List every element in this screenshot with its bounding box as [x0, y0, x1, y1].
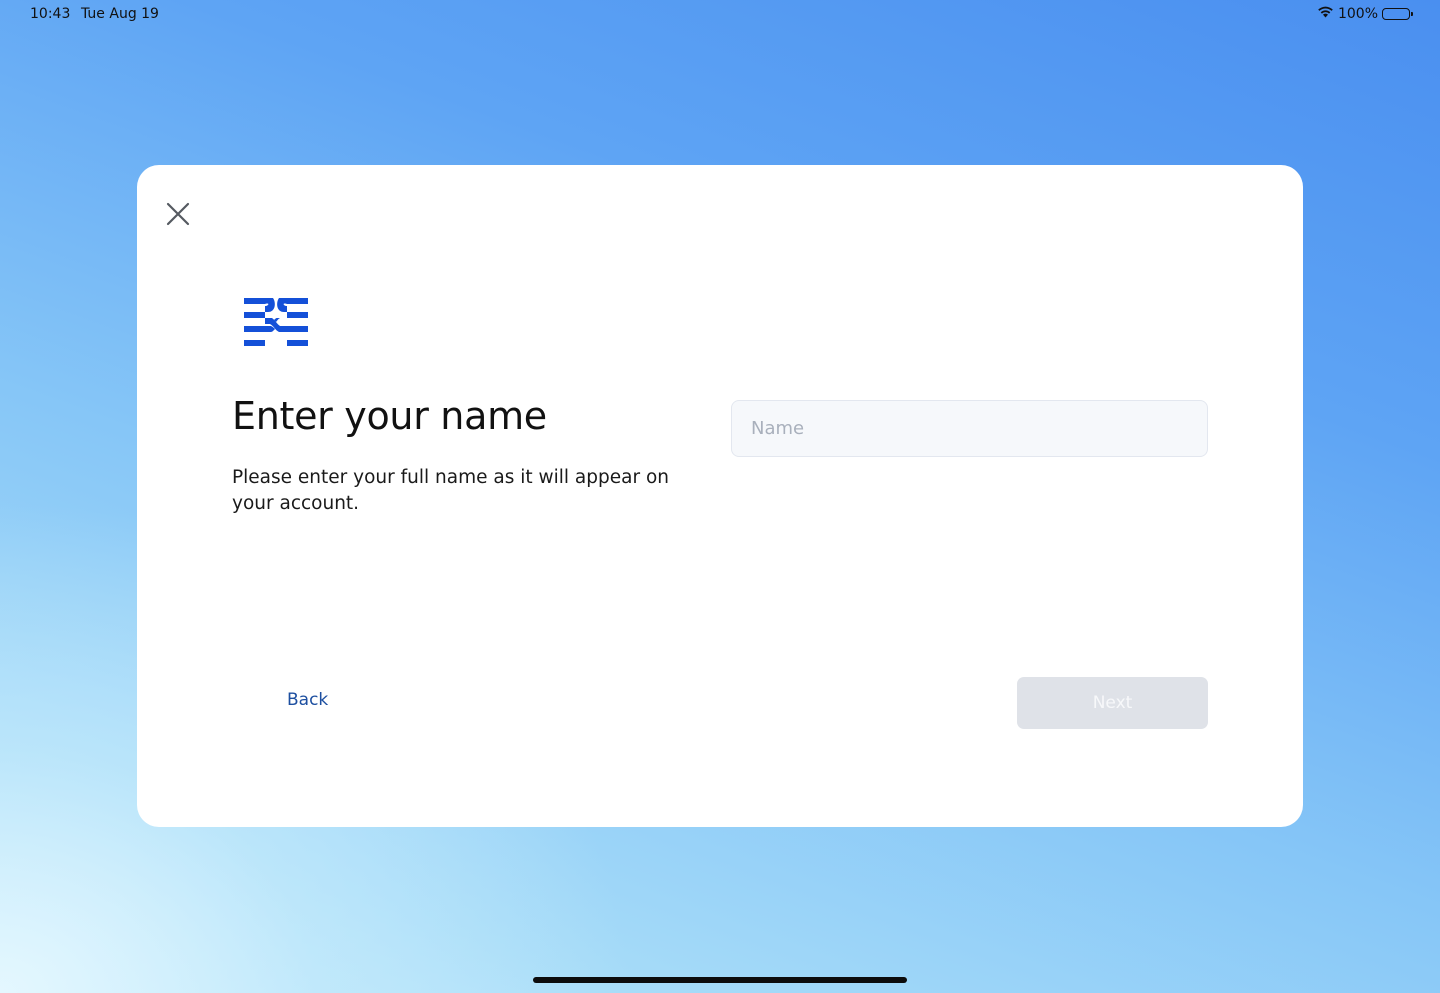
home-indicator[interactable]: [533, 977, 907, 983]
battery-icon: [1382, 7, 1413, 20]
name-input[interactable]: [731, 400, 1208, 457]
wifi-icon: [1317, 5, 1334, 22]
status-bar: 10:43 Tue Aug 19 100%: [0, 0, 1440, 30]
status-time: 10:43: [30, 6, 71, 22]
page-subtitle: Please enter your full name as it will a…: [232, 467, 669, 514]
back-button[interactable]: Back: [287, 690, 328, 710]
battery-percent: 100%: [1337, 5, 1378, 22]
brand-logo-icon: [244, 298, 308, 346]
status-indicators: 100%: [1317, 5, 1413, 22]
page-title: Enter your name: [232, 394, 547, 438]
next-button[interactable]: Next: [1017, 677, 1208, 729]
name-entry-dialog: Enter your name Please enter your full n…: [137, 165, 1303, 827]
close-button[interactable]: [161, 199, 195, 233]
status-date: Tue Aug 19: [81, 6, 159, 22]
close-icon: [165, 201, 191, 231]
